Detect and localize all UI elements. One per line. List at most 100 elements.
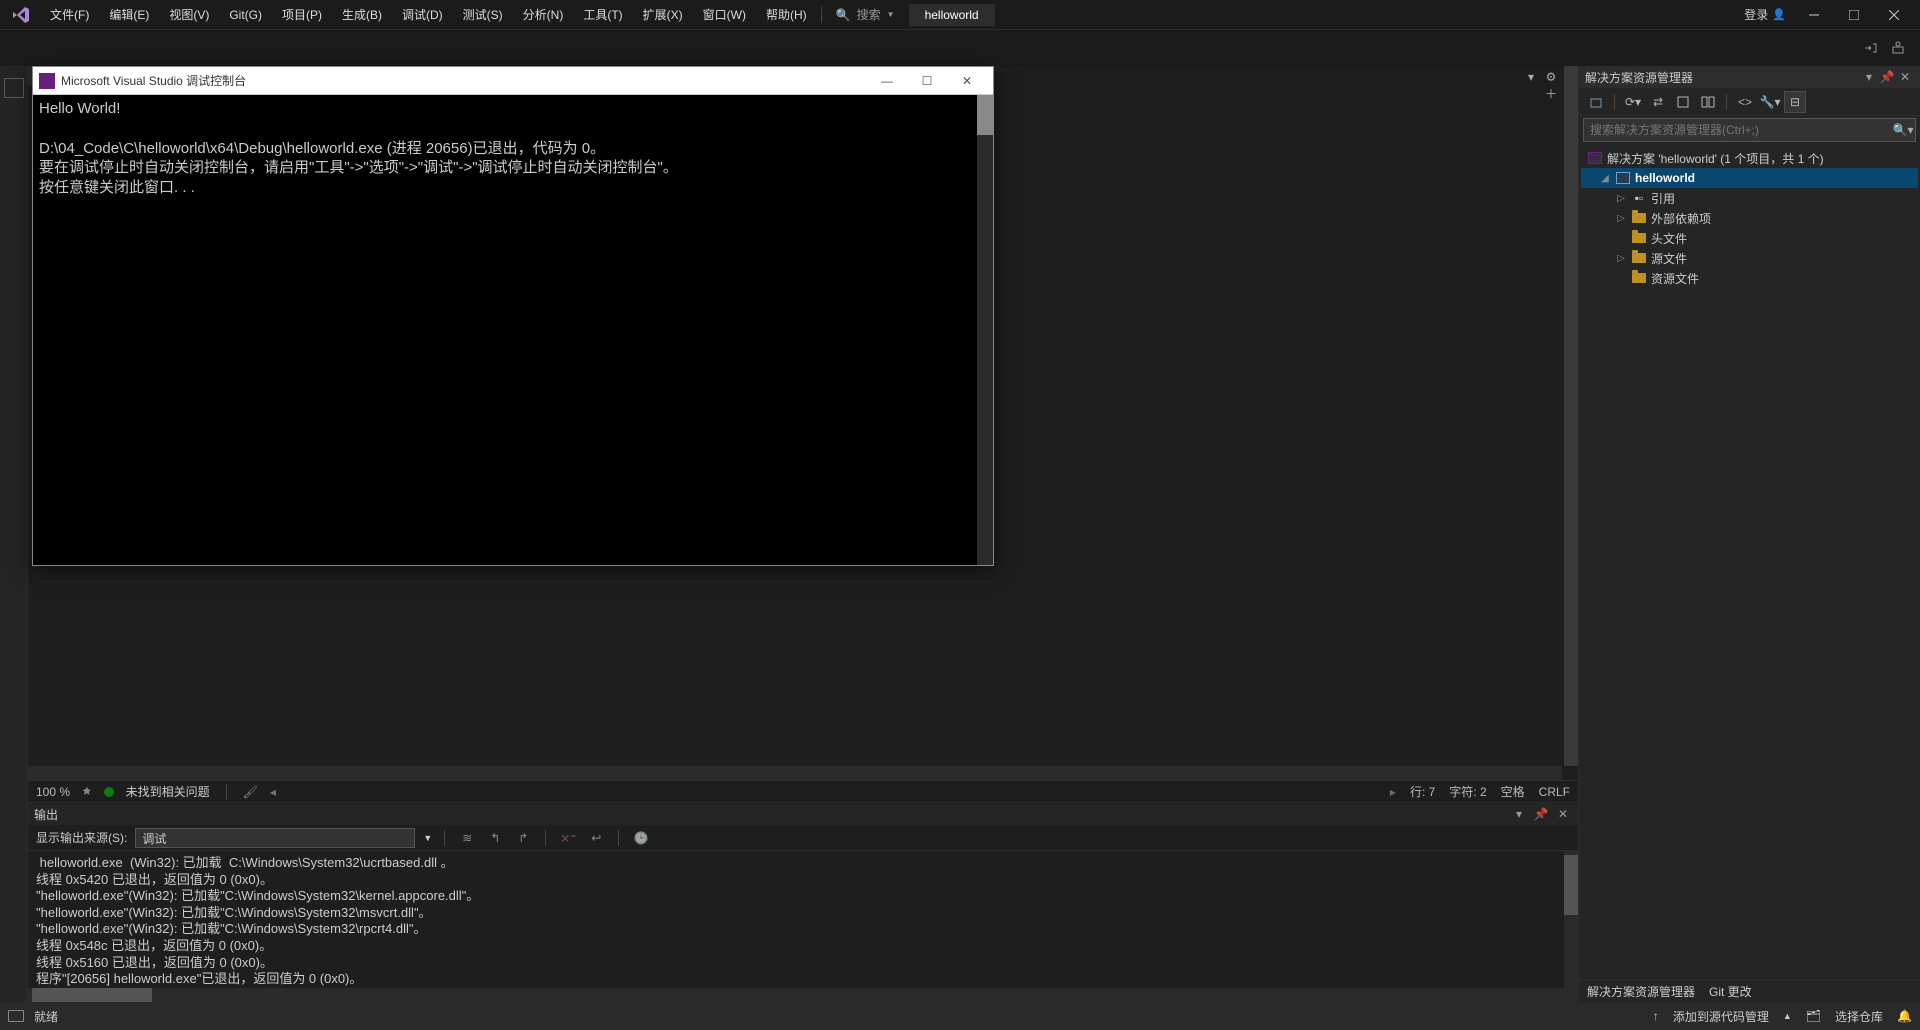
properties-icon[interactable]: ⊟ <box>1784 91 1806 113</box>
editor-dropdown-icon[interactable]: ▾ <box>1522 68 1540 86</box>
clock-icon[interactable]: 🕒 <box>631 828 651 848</box>
pin-icon[interactable]: 📌 <box>1878 68 1896 86</box>
menu-debug[interactable]: 调试(D) <box>392 2 453 27</box>
show-all-icon[interactable] <box>1697 91 1719 113</box>
no-issues[interactable]: 未找到相关问题 <box>104 783 210 800</box>
menubar: 文件(F) 编辑(E) 视图(V) Git(G) 项目(P) 生成(B) 调试(… <box>0 0 1920 30</box>
tab-solution-explorer[interactable]: 解决方案资源管理器 <box>1587 983 1695 1000</box>
output-scrollbar-v[interactable] <box>1564 851 1578 988</box>
chevron-up-icon[interactable]: ▲ <box>1783 1011 1792 1021</box>
output-text[interactable]: helloworld.exe (Win32): 已加载 C:\Windows\S… <box>28 851 1578 988</box>
menu-extensions[interactable]: 扩展(X) <box>633 2 693 27</box>
menu-build[interactable]: 生成(B) <box>332 2 392 27</box>
goto-next-icon[interactable]: ↱ <box>513 828 533 848</box>
menu-git[interactable]: Git(G) <box>219 4 272 26</box>
arrow-up-icon: ↑ <box>1653 1009 1659 1023</box>
output-scrollbar-h[interactable] <box>28 988 1578 1002</box>
solution-search-input[interactable] <box>1584 121 1891 139</box>
select-repo[interactable]: 选择仓库 <box>1835 1008 1883 1025</box>
divider-icon <box>444 830 445 846</box>
pin-icon[interactable]: 📌 <box>1532 805 1550 823</box>
project-tab[interactable]: helloworld <box>909 4 995 26</box>
goto-prev-icon[interactable]: ↰ <box>485 828 505 848</box>
editor-column: 新增 ▾ ⚙ ＋ Microsoft Visual Studio 调试控制台 —… <box>28 66 1578 1002</box>
menu-project[interactable]: 项目(P) <box>272 2 332 27</box>
refresh-icon[interactable]: ⟳▾ <box>1622 91 1644 113</box>
add-source-control[interactable]: 添加到源代码管理 <box>1673 1008 1769 1025</box>
tab-git-changes[interactable]: Git 更改 <box>1709 983 1752 1000</box>
wrench-icon[interactable]: 🔧▾ <box>1759 91 1781 113</box>
home-icon[interactable] <box>1585 91 1607 113</box>
chevron-right-icon[interactable]: ▷ <box>1615 213 1627 224</box>
solution-explorer: 解决方案资源管理器 ▾ 📌 ✕ ⟳▾ ⇄ <> 🔧▾ ⊟ 🔍▾ 解决方案 'he… <box>1578 66 1920 1002</box>
close-icon[interactable]: ✕ <box>1896 68 1914 86</box>
chevron-down-icon[interactable]: ◢ <box>1599 173 1611 184</box>
divider-icon <box>1726 94 1727 110</box>
menu-file[interactable]: 文件(F) <box>40 2 99 27</box>
wrap-icon[interactable]: ↩ <box>586 828 606 848</box>
tree-node-external[interactable]: ▷ 外部依赖项 <box>1581 208 1918 228</box>
menu-edit[interactable]: 编辑(E) <box>99 2 159 27</box>
menu-view[interactable]: 视图(V) <box>159 2 219 27</box>
folder-icon <box>1631 211 1647 225</box>
maximize-button[interactable] <box>1834 1 1874 29</box>
folder-icon <box>1631 231 1647 245</box>
vs-logo-icon <box>10 4 32 26</box>
collapse-icon[interactable] <box>1672 91 1694 113</box>
share-icon[interactable] <box>1858 36 1882 60</box>
close-icon[interactable]: ✕ <box>1554 805 1572 823</box>
console-minimize[interactable]: — <box>867 74 907 88</box>
toolbox-icon[interactable] <box>4 78 24 98</box>
eol-mode[interactable]: CRLF <box>1539 785 1570 799</box>
console-titlebar[interactable]: Microsoft Visual Studio 调试控制台 — ☐ ✕ <box>33 67 993 95</box>
output-window-icon[interactable] <box>8 1010 24 1022</box>
search-label: 搜索 <box>857 6 881 23</box>
menu-help[interactable]: 帮助(H) <box>756 2 817 27</box>
solution-search[interactable]: 🔍▾ <box>1583 118 1916 142</box>
menu-test[interactable]: 测试(S) <box>453 2 513 27</box>
divider-icon <box>545 830 546 846</box>
clear-icon[interactable]: ⨯⁼ <box>558 828 578 848</box>
admin-icon[interactable] <box>1886 36 1910 60</box>
project-node[interactable]: ◢ helloworld <box>1581 168 1918 188</box>
zoom-level[interactable]: 100 % <box>36 785 70 799</box>
console-maximize[interactable]: ☐ <box>907 74 947 88</box>
minimize-button[interactable] <box>1794 1 1834 29</box>
menu-window[interactable]: 窗口(W) <box>693 2 756 27</box>
chevron-down-icon[interactable]: ▾ <box>1860 68 1878 86</box>
bug-icon[interactable]: 🟊 <box>82 783 92 801</box>
output-source-select[interactable]: 调试 <box>135 828 415 848</box>
editor-statusbar: 100 % 🟊 未找到相关问题 🖌 ◂ ▸ 行: 7 字符: 2 空格 CRLF <box>28 780 1578 802</box>
find-icon[interactable]: ≋ <box>457 828 477 848</box>
editor-scrollbar-v[interactable] <box>1564 66 1578 766</box>
close-button[interactable] <box>1874 1 1914 29</box>
solution-root[interactable]: 解决方案 'helloworld' (1 个项目，共 1 个) <box>1581 148 1918 168</box>
tree-node-source[interactable]: ▷ 源文件 <box>1581 248 1918 268</box>
console-title-text: Microsoft Visual Studio 调试控制台 <box>61 72 246 89</box>
search-icon: 🔍 <box>836 8 851 22</box>
sync-icon[interactable]: ⇄ <box>1647 91 1669 113</box>
plus-icon[interactable]: ＋ <box>1542 84 1560 102</box>
chevron-down-icon[interactable]: ▼ <box>423 833 432 843</box>
bell-icon[interactable]: 🔔 <box>1897 1009 1912 1023</box>
chevron-right-icon[interactable]: ▷ <box>1615 253 1627 264</box>
console-close[interactable]: ✕ <box>947 74 987 88</box>
indent-mode[interactable]: 空格 <box>1501 783 1525 800</box>
brush-icon[interactable]: 🖌 <box>243 785 258 799</box>
search-icon[interactable]: 🔍▾ <box>1891 123 1915 137</box>
signin-button[interactable]: 登录 👤 <box>1736 6 1794 23</box>
tree-node-resources[interactable]: 资源文件 <box>1581 268 1918 288</box>
tree-node-references[interactable]: ▷ ▪▫ 引用 <box>1581 188 1918 208</box>
code-icon[interactable]: <> <box>1734 91 1756 113</box>
chevron-right-icon[interactable]: ▷ <box>1615 193 1627 204</box>
tree-node-headers[interactable]: 头文件 <box>1581 228 1918 248</box>
solution-title: 解决方案资源管理器 <box>1585 69 1860 86</box>
chevron-down-icon[interactable]: ▾ <box>1510 805 1528 823</box>
menu-analyze[interactable]: 分析(N) <box>513 2 574 27</box>
statusbar: 就绪 ↑ 添加到源代码管理 ▲ 🗂 选择仓库 🔔 <box>0 1002 1920 1030</box>
console-scrollbar[interactable] <box>977 95 993 565</box>
solution-icon <box>1587 151 1603 165</box>
search-box[interactable]: 🔍 搜索 ▼ <box>826 6 905 23</box>
menu-tools[interactable]: 工具(T) <box>573 2 632 27</box>
editor-scrollbar-h[interactable] <box>28 766 1562 780</box>
